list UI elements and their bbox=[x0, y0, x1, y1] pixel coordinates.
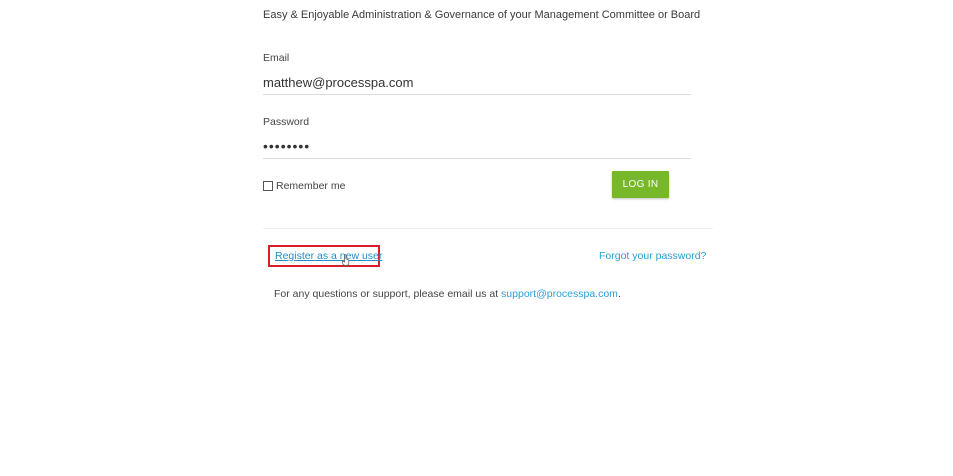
support-email-link[interactable]: support@processpa.com bbox=[501, 288, 618, 300]
login-button[interactable]: LOG IN bbox=[612, 171, 669, 198]
remember-me-checkbox[interactable] bbox=[263, 181, 273, 191]
support-text: For any questions or support, please ema… bbox=[274, 288, 499, 300]
email-field[interactable] bbox=[263, 70, 691, 95]
password-label: Password bbox=[263, 116, 310, 128]
remember-me-option[interactable]: Remember me bbox=[263, 180, 345, 192]
remember-me-label: Remember me bbox=[276, 180, 346, 192]
support-message: For any questions or support, please ema… bbox=[274, 288, 621, 300]
register-link[interactable]: Register as a new user bbox=[275, 250, 382, 262]
password-field[interactable] bbox=[263, 134, 691, 159]
forgot-password-link[interactable]: Forgot your password? bbox=[599, 250, 706, 262]
support-trailing: . bbox=[617, 288, 621, 300]
hand-cursor-icon bbox=[342, 254, 350, 266]
email-label: Email bbox=[263, 52, 290, 64]
login-page: Easy & Enjoyable Administration & Govern… bbox=[0, 0, 953, 476]
section-divider bbox=[263, 228, 713, 229]
page-tagline: Easy & Enjoyable Administration & Govern… bbox=[263, 9, 701, 21]
